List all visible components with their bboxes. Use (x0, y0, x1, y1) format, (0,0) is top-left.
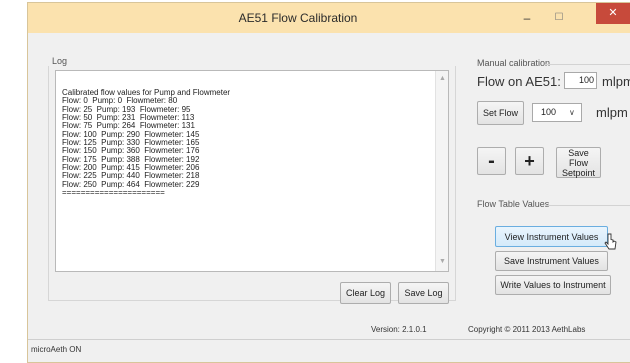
manual-calibration-divider (545, 64, 630, 65)
chevron-down-icon: ∨ (569, 108, 575, 117)
version-label: Version: 2.1.0.1 (371, 325, 427, 334)
window-title: AE51 Flow Calibration (238, 11, 358, 25)
title-bar: AE51 Flow Calibration – ☐ ✕ (28, 3, 630, 33)
flow-select[interactable]: 100 ∨ (532, 103, 582, 122)
select-unit-label: mlpm (596, 105, 628, 120)
increase-flow-button[interactable]: + (515, 147, 544, 175)
log-textbox[interactable]: Calibrated flow values for Pump and Flow… (55, 70, 449, 272)
log-line: ====================== (62, 188, 165, 198)
scroll-down-arrow-icon[interactable]: ▼ (439, 258, 446, 265)
log-scrollbar[interactable]: ▲ ▼ (435, 71, 448, 271)
save-instrument-values-button[interactable]: Save Instrument Values (495, 251, 608, 271)
write-values-to-instrument-button[interactable]: Write Values to Instrument (495, 275, 611, 295)
close-button[interactable]: ✕ (596, 3, 630, 24)
copyright-label: Copyright © 2011 2013 AethLabs (468, 325, 586, 334)
view-instrument-values-button[interactable]: View Instrument Values (495, 226, 608, 247)
scroll-up-arrow-icon[interactable]: ▲ (439, 75, 446, 82)
calibration-window: AE51 Flow Calibration – ☐ ✕ Log Calibrat… (27, 2, 630, 363)
log-text: Calibrated flow values for Pump and Flow… (62, 88, 230, 198)
flow-table-divider (545, 205, 630, 206)
flow-table-label: Flow Table Values (477, 199, 550, 209)
save-flow-setpoint-button[interactable]: Save Flow Setpoint (556, 147, 601, 178)
save-log-button[interactable]: Save Log (398, 282, 449, 304)
mouse-pointer-icon (604, 233, 617, 250)
flow-on-ae51-label: Flow on AE51: (477, 74, 561, 89)
flow-unit-label: mlpm (602, 74, 630, 89)
maximize-button[interactable]: ☐ (546, 8, 572, 28)
clear-log-button[interactable]: Clear Log (340, 282, 391, 304)
log-group-label: Log (52, 56, 68, 66)
manual-calibration-label: Manual calibration (477, 58, 551, 68)
decrease-flow-button[interactable]: - (477, 147, 506, 175)
minimize-button[interactable]: – (514, 8, 540, 28)
flow-select-value: 100 (541, 107, 557, 117)
flow-value-field[interactable]: 100 (564, 72, 597, 89)
set-flow-button[interactable]: Set Flow (477, 101, 524, 125)
status-text: microAeth ON (31, 345, 82, 354)
status-divider (28, 339, 630, 340)
